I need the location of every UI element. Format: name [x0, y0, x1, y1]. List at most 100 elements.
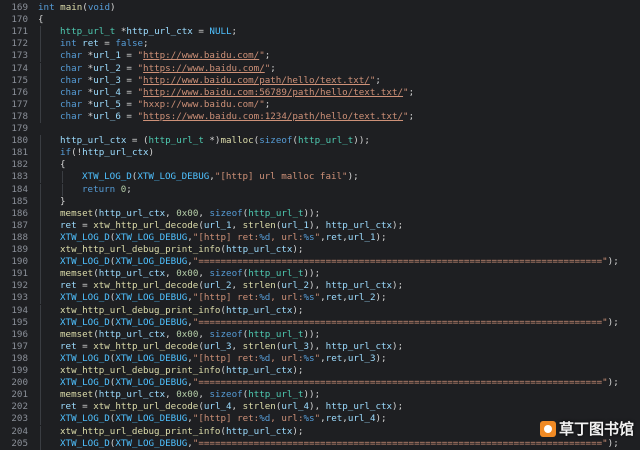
code-line[interactable]: 181 if(!http_url_ctx) [0, 147, 640, 160]
code-line[interactable]: 174 char *url_2 = "https://www.baidu.com/… [0, 62, 640, 75]
code-line[interactable]: 182 { [0, 159, 640, 172]
code-token: sizeof [209, 207, 243, 219]
code-line[interactable]: 195 XTW_LOG_D(XTW_LOG_DEBUG,"============… [0, 316, 640, 329]
code-token: 0x00 [176, 389, 199, 401]
code-line[interactable]: 196 memset(http_url_ctx, 0x00, sizeof(htt… [0, 328, 640, 341]
code-line[interactable]: 176 char *url_4 = "http://www.baidu.com:5… [0, 86, 640, 99]
code-line[interactable]: 177 char *url_5 = "hxxp://www.baidu.com/"… [0, 98, 640, 111]
code-token: %s [303, 413, 315, 425]
code-editor[interactable]: 169 int main(void) 170{171 http_url_t *http… [0, 0, 640, 450]
code-token: url_3 [281, 340, 310, 352]
code-line[interactable]: 199 xtw_http_url_debug_print_info(http_ur… [0, 365, 640, 377]
line-number: 175 [11, 74, 28, 86]
code-text: char *url_1 = "http://www.baidu.com/"; [60, 50, 270, 62]
code-token: ; [264, 98, 271, 110]
code-token: ret [60, 340, 77, 352]
code-token: ); [292, 425, 304, 437]
code-token: http_url_ctx [225, 425, 293, 437]
code-line[interactable]: 186 memset(http_url_ctx, 0x00, sizeof(htt… [0, 207, 640, 220]
line-number: 191 [11, 268, 28, 280]
code-token: xtw_http_url_decode [93, 340, 199, 352]
code-token: url_6 [93, 110, 121, 122]
code-line[interactable]: 180 http_url_ctx = (http_url_t *)malloc(s… [0, 135, 640, 148]
code-token: *) [203, 135, 221, 147]
code-line[interactable]: 192 ret = xtw_http_url_decode(url_2, strl… [0, 280, 640, 293]
code-token: = [192, 26, 210, 38]
line-number: 173 [11, 50, 28, 62]
code-line[interactable]: 190 XTW_LOG_D(XTW_LOG_DEBUG,"============… [0, 256, 640, 269]
indent-guide [40, 195, 41, 208]
code-line[interactable]: 185} [0, 195, 640, 208]
code-token: "[http] ret: [192, 413, 260, 425]
line-number: 184 [11, 183, 28, 195]
code-token: XTW_LOG_DEBUG [115, 231, 188, 243]
code-line[interactable]: 191 memset(http_url_ctx, 0x00, sizeof(htt… [0, 268, 640, 281]
code-token: http_url_ctx [60, 135, 127, 147]
code-token: )); [303, 207, 321, 219]
code-token: (! [71, 147, 83, 159]
indent-guide [40, 26, 41, 39]
code-line[interactable]: 171 http_url_t *http_url_ctx = NULL; [0, 26, 640, 39]
code-line[interactable]: 193 XTW_LOG_D(XTW_LOG_DEBUG,"[http] ret:%… [0, 292, 640, 305]
code-token: http_url_ctx [325, 219, 393, 231]
code-token: http_url_ctx [82, 147, 149, 159]
indent-guide [40, 328, 41, 341]
code-line[interactable]: 205 XTW_LOG_D(XTW_LOG_DEBUG,"============… [0, 437, 640, 450]
code-token: ); [375, 231, 387, 243]
line-number: 199 [11, 365, 28, 376]
code-text: XTW_LOG_D(XTW_LOG_DEBUG,"===============… [60, 438, 619, 450]
code-text: XTW_LOG_D(XTW_LOG_DEBUG,"[http] ret:%d, … [60, 292, 387, 304]
code-token: %s [303, 231, 315, 243]
code-token: { [60, 159, 66, 171]
code-line[interactable]: 178 char *url_6 = "https://www.baidu.com:… [0, 110, 640, 123]
code-text: char *url_3 = "http://www.baidu.com/path… [60, 75, 381, 87]
code-token: , [198, 268, 210, 280]
code-line[interactable]: 187 ret = xtw_http_url_decode(url_1, strl… [0, 219, 640, 232]
code-token: * [82, 98, 94, 110]
indent-guide [40, 219, 41, 232]
code-line[interactable]: 201 memset(http_url_ctx, 0x00, sizeof(htt… [0, 389, 640, 402]
line-number: 187 [11, 219, 28, 231]
code-token: , [231, 280, 243, 292]
code-token: http_url_t [248, 328, 304, 340]
code-token: https://www.baidu.com:1234/path/hello/te… [143, 110, 404, 122]
code-text: if(!http_url_ctx) [60, 147, 154, 159]
code-line[interactable]: 183 XTW_LOG_D(XTW_LOG_DEBUG,"[http] url m… [0, 171, 640, 184]
code-text: char *url_6 = "https://www.baidu.com:123… [60, 111, 414, 123]
indent-guide [40, 207, 41, 220]
indent-guide [40, 365, 41, 377]
code-text: xtw_http_url_debug_print_info(http_url_c… [60, 426, 303, 438]
code-token: "hxxp://www.baidu.com/" [137, 98, 265, 110]
code-token: ; [408, 110, 415, 122]
code-line[interactable]: 184 return 0; [0, 183, 640, 196]
line-number: 195 [11, 316, 28, 328]
code-line[interactable]: 194 xtw_http_url_debug_print_info(http_ur… [0, 304, 640, 317]
code-line[interactable]: 179 [0, 123, 640, 135]
code-line[interactable]: 188 XTW_LOG_D(XTW_LOG_DEBUG,"[http] ret:%… [0, 231, 640, 244]
indent-guide [40, 50, 41, 63]
code-text: XTW_LOG_D(XTW_LOG_DEBUG,"===============… [60, 317, 619, 329]
code-token: return [82, 183, 116, 195]
code-line[interactable]: 200 XTW_LOG_D(XTW_LOG_DEBUG,"============… [0, 377, 640, 390]
line-number: 202 [11, 401, 28, 413]
code-line[interactable]: 202 ret = xtw_http_url_decode(url_4, strl… [0, 401, 640, 414]
indent-guide [40, 389, 41, 402]
code-token: ret [60, 219, 77, 231]
code-line[interactable]: 198 XTW_LOG_D(XTW_LOG_DEBUG,"[http] ret:%… [0, 352, 640, 365]
code-token: "[http] ret: [192, 292, 260, 304]
code-token: int [60, 38, 77, 50]
code-token: ret [325, 413, 343, 425]
code-line[interactable]: 175 char *url_3 = "http://www.baidu.com/p… [0, 74, 640, 87]
code-line[interactable]: 197 ret = xtw_http_url_decode(url_3, strl… [0, 340, 640, 353]
code-text: XTW_LOG_D(XTW_LOG_DEBUG,"===============… [60, 377, 619, 389]
line-number: 178 [11, 110, 28, 122]
code-line[interactable]: 169 int main(void) [0, 2, 640, 14]
code-line[interactable]: 173 char *url_1 = "http://www.baidu.com/"… [0, 50, 640, 63]
code-line[interactable]: 172 int ret = false; [0, 38, 640, 51]
code-token: ); [392, 219, 404, 231]
code-token: url_4 [347, 413, 376, 425]
code-line[interactable]: 170 { [0, 14, 640, 26]
code-token: )); [303, 268, 321, 280]
code-line[interactable]: 189 xtw_http_url_debug_print_info(http_ur… [0, 244, 640, 256]
line-number: 204 [11, 425, 28, 437]
